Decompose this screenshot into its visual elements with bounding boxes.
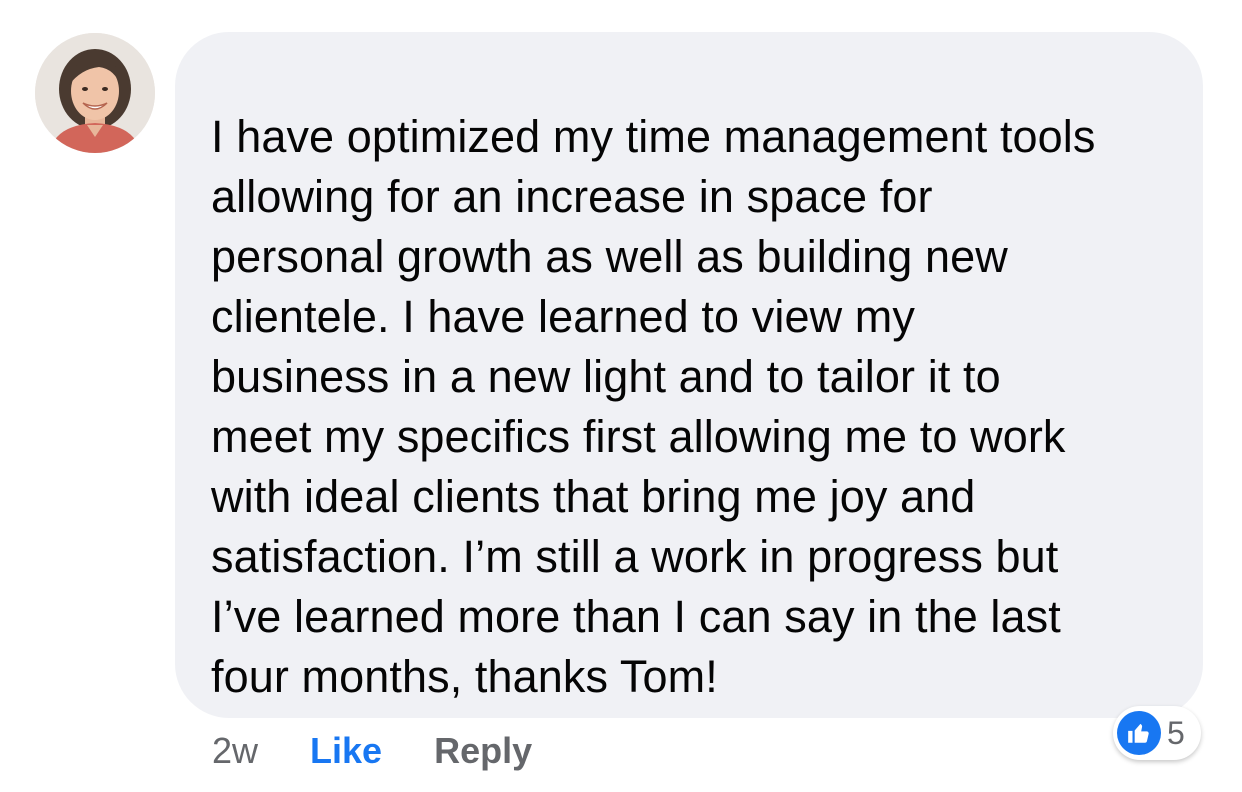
reply-button[interactable]: Reply (434, 730, 532, 772)
reaction-summary[interactable]: 5 (1113, 706, 1201, 760)
thumbs-up-icon (1117, 711, 1161, 755)
comment-timestamp[interactable]: 2w (212, 730, 258, 772)
like-button[interactable]: Like (310, 730, 382, 772)
reaction-count: 5 (1167, 714, 1185, 751)
commenter-avatar[interactable] (35, 33, 155, 153)
comment-text: I have optimized my time management tool… (211, 111, 1096, 702)
comment-actions: 2w Like Reply (212, 727, 532, 775)
comment-bubble: I have optimized my time management tool… (175, 32, 1203, 718)
